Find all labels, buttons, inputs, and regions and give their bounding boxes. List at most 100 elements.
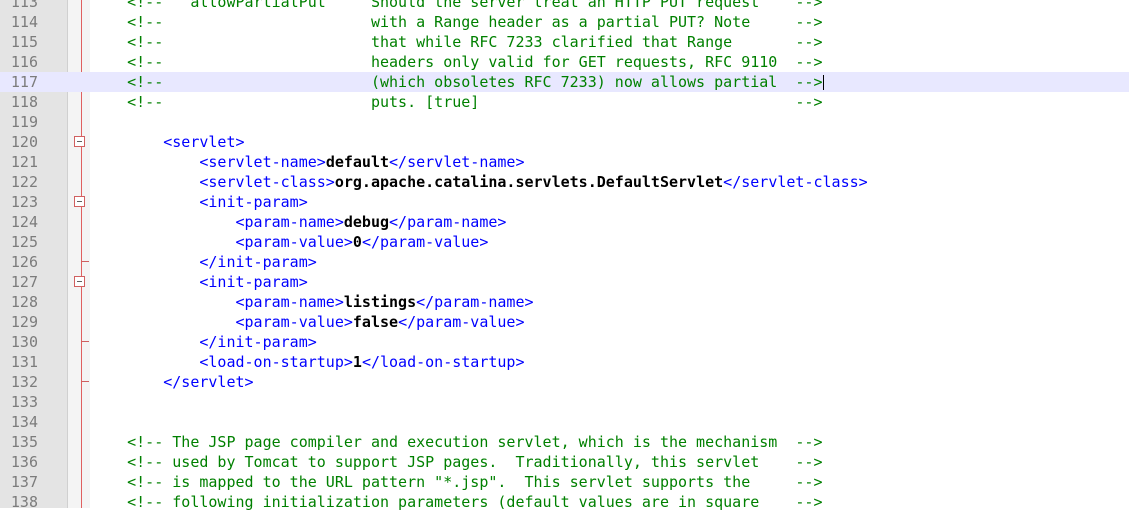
xml-tag: </param-value> [398,313,525,331]
xml-tag: <init-param> [199,193,308,211]
element-value: default [325,153,390,171]
code-line[interactable]: 115 <!-- that while RFC 7233 clarified t… [0,32,1129,52]
code-text: <param-name>debug</param-name> [91,212,1129,232]
code-text: <!-- is mapped to the URL pattern "*.jsp… [91,472,1129,492]
fold-minus-icon[interactable] [74,196,85,207]
comment-text: <!-- used by Tomcat to support JSP pages… [91,453,823,471]
code-line[interactable]: 123 <init-param> [0,192,1129,212]
line-number: 113 [10,0,38,11]
comment-text: <!-- puts. [true] --> [91,93,823,111]
code-text: <load-on-startup>1</load-on-startup> [91,352,1129,372]
code-line[interactable]: 129 <param-value>false</param-value> [0,312,1129,332]
line-number: 125 [10,233,38,251]
xml-tag: </init-param> [199,333,317,351]
code-line[interactable]: 118 <!-- puts. [true] --> [0,92,1129,112]
code-line[interactable]: 116 <!-- headers only valid for GET requ… [0,52,1129,72]
element-value: org.apache.catalina.servlets.DefaultServ… [334,173,724,191]
comment-text: <!-- (which obsoletes RFC 7233) now allo… [91,73,823,91]
code-line[interactable]: 131 <load-on-startup>1</load-on-startup> [0,352,1129,372]
comment-text: <!-- allowPartialPut Should the server t… [91,0,823,11]
xml-tag: </param-name> [416,293,534,311]
code-line[interactable]: 121 <servlet-name>default</servlet-name> [0,152,1129,172]
comment-text: <!-- following initialization parameters… [91,493,823,511]
line-number: 134 [10,413,38,431]
code-text: <servlet-name>default</servlet-name> [91,152,1129,172]
code-text: <servlet-class>org.apache.catalina.servl… [91,172,1129,192]
xml-tag: </servlet-class> [723,173,868,191]
code-text: <!-- puts. [true] --> [91,92,1129,112]
line-number: 115 [10,33,38,51]
code-text: <init-param> [91,272,1129,292]
line-number: 122 [10,173,38,191]
code-line[interactable]: 135 <!-- The JSP page compiler and execu… [0,432,1129,452]
xml-tag: <param-name> [235,293,344,311]
text-caret [822,75,824,90]
fold-minus-icon[interactable] [74,136,85,147]
xml-tag: <param-value> [235,313,353,331]
code-line[interactable]: 128 <param-name>listings</param-name> [0,292,1129,312]
element-value: 0 [352,233,362,251]
code-text: <!-- that while RFC 7233 clarified that … [91,32,1129,52]
code-line[interactable]: 114 <!-- with a Range header as a partia… [0,12,1129,32]
fold-end-icon [81,261,89,262]
xml-tag: </init-param> [199,253,317,271]
code-line[interactable]: 130 </init-param> [0,332,1129,352]
fold-end-icon [81,341,89,342]
code-text: <!-- with a Range header as a partial PU… [91,12,1129,32]
code-line[interactable]: 136 <!-- used by Tomcat to support JSP p… [0,452,1129,472]
code-line[interactable]: 138 <!-- following initialization parame… [0,492,1129,512]
xml-tag: </param-value> [361,233,489,251]
code-text: <!-- (which obsoletes RFC 7233) now allo… [91,72,1129,92]
code-line[interactable]: 127 <init-param> [0,272,1129,292]
code-text: <init-param> [91,192,1129,212]
line-number: 126 [10,253,38,271]
line-number: 116 [10,53,38,71]
code-line[interactable]: 119 [0,112,1129,132]
line-number: 129 [10,313,38,331]
xml-tag: </param-name> [389,213,507,231]
line-number: 127 [10,273,38,291]
line-number: 117 [10,73,38,91]
code-text: <!-- The JSP page compiler and execution… [91,432,1129,452]
xml-tag: </servlet> [163,373,254,391]
code-line[interactable]: 126 </init-param> [0,252,1129,272]
line-number: 119 [10,113,38,131]
code-line[interactable]: 120 <servlet> [0,132,1129,152]
code-line[interactable]: 132 </servlet> [0,372,1129,392]
code-line[interactable]: 134 [0,412,1129,432]
code-text: <!-- headers only valid for GET requests… [91,52,1129,72]
line-number: 130 [10,333,38,351]
line-number: 128 [10,293,38,311]
code-line[interactable]: 133 [0,392,1129,412]
code-line[interactable]: 124 <param-name>debug</param-name> [0,212,1129,232]
code-text: <param-value>false</param-value> [91,312,1129,332]
line-number: 120 [10,133,38,151]
code-text: </servlet> [91,372,1129,392]
xml-tag: <servlet-name> [199,153,326,171]
code-text: </init-param> [91,332,1129,352]
code-line[interactable]: 122 <servlet-class>org.apache.catalina.s… [0,172,1129,192]
line-number: 118 [10,93,38,111]
code-editor[interactable]: 113 <!-- allowPartialPut Should the serv… [0,0,1129,512]
code-line-current[interactable]: 117 <!-- (which obsoletes RFC 7233) now … [0,72,1129,92]
code-line[interactable]: 125 <param-value>0</param-value> [0,232,1129,252]
element-value: 1 [352,353,362,371]
line-number: 135 [10,433,38,451]
xml-tag: <param-value> [235,233,353,251]
line-number: 124 [10,213,38,231]
code-text: <!-- allowPartialPut Should the server t… [91,0,1129,12]
code-line[interactable]: 137 <!-- is mapped to the URL pattern "*… [0,472,1129,492]
line-number: 123 [10,193,38,211]
xml-tag: <init-param> [199,273,308,291]
code-line[interactable]: 113 <!-- allowPartialPut Should the serv… [0,0,1129,12]
fold-minus-icon[interactable] [74,276,85,287]
code-text: </init-param> [91,252,1129,272]
